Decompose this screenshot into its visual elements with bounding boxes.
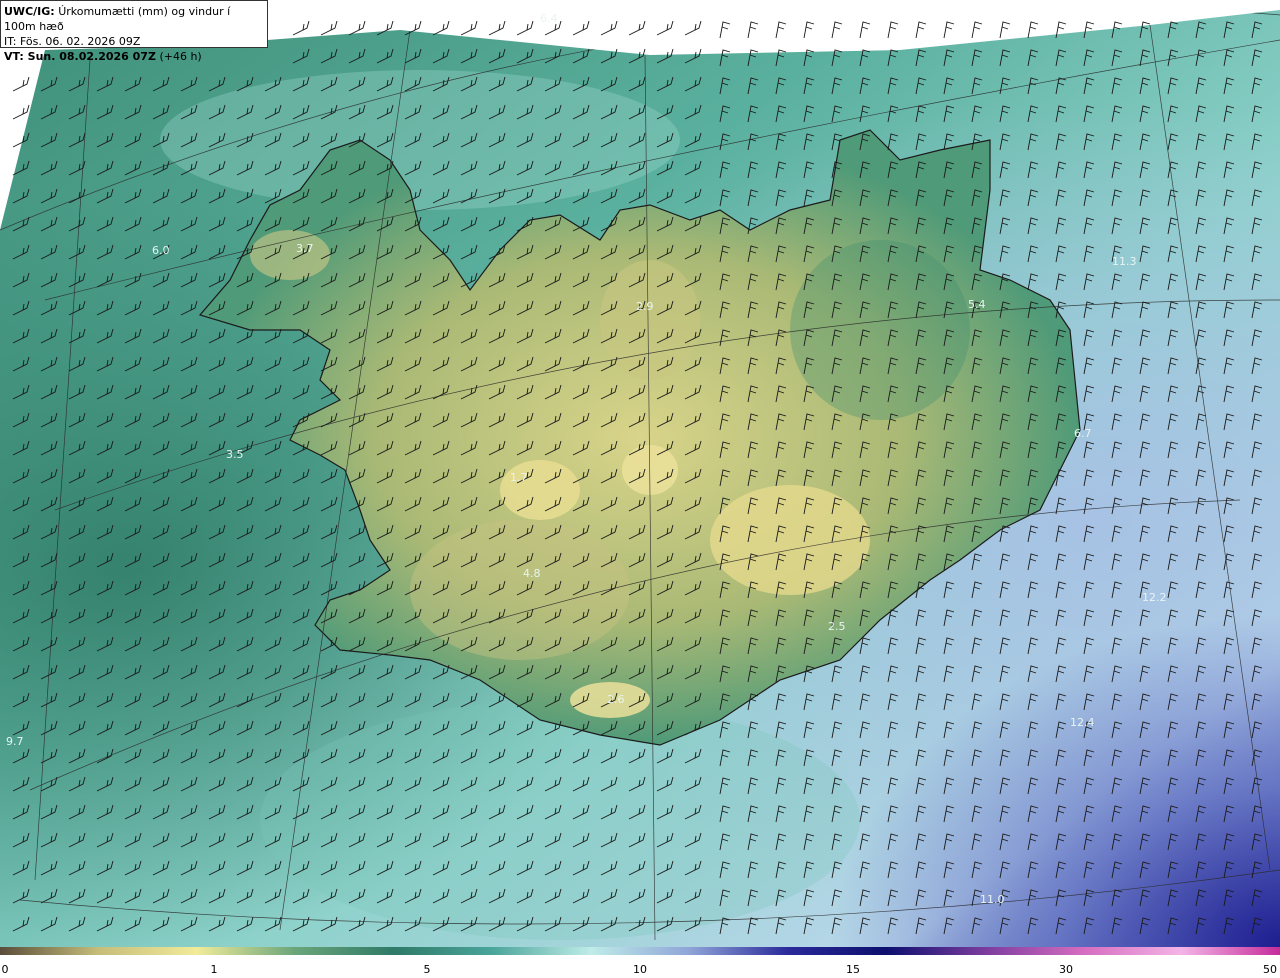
value-label: 5.4 bbox=[968, 298, 986, 311]
value-label: 9.7 bbox=[6, 735, 24, 748]
value-label: 3.7 bbox=[296, 242, 314, 255]
value-label: 4.8 bbox=[523, 567, 541, 580]
value-label: 1.7 bbox=[510, 471, 528, 484]
colorbar-strip bbox=[0, 947, 1280, 955]
colorbar-label: 10 bbox=[633, 963, 647, 976]
product-code: UWC/IG: bbox=[4, 5, 55, 18]
precipitation-map: 6.4 3.7 6.0 2.9 5.4 11.3 3.5 1.7 4.8 2.5… bbox=[0, 0, 1280, 947]
colorbar-label: 15 bbox=[846, 963, 860, 976]
value-label: 3.5 bbox=[226, 448, 244, 461]
value-label: 6.4 bbox=[540, 12, 558, 25]
forecast-offset: (+46 h) bbox=[159, 50, 202, 63]
map-title-box: UWC/IG: Úrkomumætti (mm) og vindur í 100… bbox=[0, 0, 268, 63]
value-label: 12.4 bbox=[1070, 716, 1095, 729]
colorbar-label: 50 bbox=[1263, 963, 1277, 976]
value-label: 6.7 bbox=[1074, 427, 1092, 440]
value-label: 11.3 bbox=[1112, 255, 1137, 268]
value-label: 11.0 bbox=[980, 893, 1005, 906]
colorbar-label: 5 bbox=[423, 963, 431, 976]
value-label: 2.6 bbox=[607, 693, 625, 706]
value-label: 6.0 bbox=[152, 244, 170, 257]
value-label: 2.5 bbox=[828, 620, 846, 633]
initial-time: IT: Fös. 06. 02. 2026 09Z bbox=[4, 35, 141, 48]
colorbar-label: 1 bbox=[210, 963, 218, 976]
value-label: 2.9 bbox=[636, 300, 654, 313]
colorbar-labels: 0 1 5 10 15 30 50 bbox=[0, 963, 1280, 977]
value-label: 12.2 bbox=[1142, 591, 1167, 604]
colorbar-label: 30 bbox=[1059, 963, 1073, 976]
colorbar-label: 0 bbox=[1, 963, 9, 976]
colorbar: 0 1 5 10 15 30 50 bbox=[0, 947, 1280, 978]
valid-time: VT: Sun. 08.02.2026 07Z bbox=[4, 50, 156, 63]
